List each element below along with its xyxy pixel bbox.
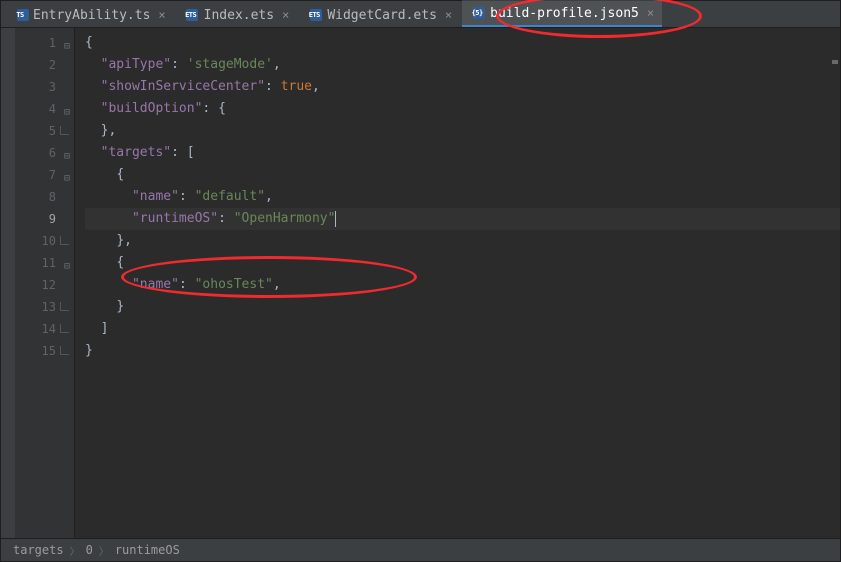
code-line[interactable]: } — [85, 340, 840, 362]
line-number[interactable]: 13 — [16, 296, 74, 318]
line-number[interactable]: 2 — [16, 54, 74, 76]
line-number[interactable]: 4⊟ — [16, 98, 74, 120]
line-number[interactable]: 5 — [16, 120, 74, 142]
ts-file-icon: TS — [13, 8, 27, 22]
code-line[interactable]: "targets": [ — [85, 142, 840, 164]
line-number[interactable]: 11⊟ — [16, 252, 74, 274]
fold-end-icon — [60, 302, 69, 311]
editor-tab[interactable]: ETS WidgetCard.ets × — [299, 2, 460, 27]
code-line[interactable]: { — [85, 252, 840, 274]
breadcrumb-bar: targets 〉 0 〉 runtimeOS — [1, 538, 840, 561]
editor-tab[interactable]: ETS Index.ets × — [176, 2, 298, 27]
editor-tab[interactable]: TS EntryAbility.ts × — [5, 2, 174, 27]
text-caret — [335, 211, 336, 227]
ets-file-icon: ETS — [184, 8, 198, 22]
line-number[interactable]: 3 — [16, 76, 74, 98]
json5-file-icon: {5} — [470, 6, 484, 20]
code-line[interactable]: }, — [85, 120, 840, 142]
fold-end-icon — [60, 324, 69, 333]
tab-label: WidgetCard.ets — [327, 8, 437, 23]
line-number[interactable]: 9 — [16, 208, 74, 230]
code-line[interactable]: } — [85, 296, 840, 318]
editor-tab[interactable]: {5} build-profile.json5 × — [462, 0, 662, 27]
line-number[interactable]: 15 — [16, 340, 74, 362]
scrollbar-marker — [832, 60, 838, 64]
close-icon[interactable]: × — [282, 8, 289, 22]
editor-tab-bar: TS EntryAbility.ts × ETS Index.ets × ETS Widget… — [1, 1, 840, 28]
line-number[interactable]: 8 — [16, 186, 74, 208]
fold-end-icon — [60, 126, 69, 135]
tab-label: Index.ets — [204, 8, 274, 23]
code-line[interactable]: { — [85, 164, 840, 186]
code-line[interactable]: "name": "ohosTest", — [85, 274, 840, 296]
breadcrumb-item[interactable]: targets — [13, 543, 64, 557]
line-number[interactable]: 1⊟ — [16, 32, 74, 54]
chevron-right-icon: 〉 — [99, 543, 109, 558]
breadcrumb-item[interactable]: 0 — [86, 543, 93, 557]
code-editor[interactable]: { "apiType": 'stageMode', "showInService… — [75, 28, 840, 538]
code-line[interactable]: { — [85, 32, 840, 54]
fold-end-icon — [60, 236, 69, 245]
left-edge-panel — [1, 28, 16, 538]
close-icon[interactable]: × — [445, 8, 452, 22]
chevron-right-icon: 〉 — [70, 543, 80, 558]
code-line[interactable]: "name": "default", — [85, 186, 840, 208]
breadcrumb-item[interactable]: runtimeOS — [115, 543, 180, 557]
tab-label: build-profile.json5 — [490, 6, 639, 21]
ets-file-icon: ETS — [307, 8, 321, 22]
close-icon[interactable]: × — [647, 6, 654, 20]
line-number[interactable]: 7⊟ — [16, 164, 74, 186]
line-number[interactable]: 14 — [16, 318, 74, 340]
code-line[interactable]: "buildOption": { — [85, 98, 840, 120]
code-line[interactable]: "runtimeOS": "OpenHarmony" — [85, 208, 840, 230]
code-line[interactable]: "showInServiceCenter": true, — [85, 76, 840, 98]
ide-window: TS EntryAbility.ts × ETS Index.ets × ETS Widget… — [0, 0, 841, 562]
code-line[interactable]: ] — [85, 318, 840, 340]
code-line[interactable]: "apiType": 'stageMode', — [85, 54, 840, 76]
tab-label: EntryAbility.ts — [33, 8, 150, 23]
line-number[interactable]: 12 — [16, 274, 74, 296]
close-icon[interactable]: × — [158, 8, 165, 22]
code-line[interactable]: }, — [85, 230, 840, 252]
fold-end-icon — [60, 346, 69, 355]
line-number[interactable]: 10 — [16, 230, 74, 252]
editor-gutter: 1⊟234⊟56⊟7⊟891011⊟12131415 — [16, 28, 75, 538]
line-number[interactable]: 6⊟ — [16, 142, 74, 164]
editor-main: 1⊟234⊟56⊟7⊟891011⊟12131415 { "apiType": … — [1, 28, 840, 538]
